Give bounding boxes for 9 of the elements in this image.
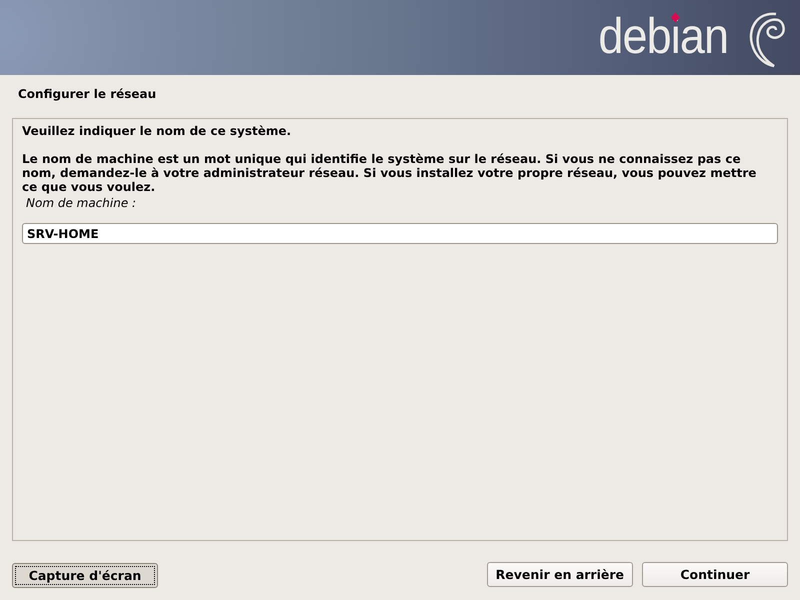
hostname-input-field[interactable]: SRV-HOME [22, 223, 778, 244]
field-label: Nom de machine : [26, 196, 138, 210]
question-text: Veuillez indiquer le nom de ce système. [22, 124, 292, 138]
description-text: Le nom de machine est un mot unique qui identifie le système sur le réseau. Si vous ne connaissez pas ce nom, demandez-le à votre administrateur réseau. Si vous installez votre propre réseau, vous pouvez mettre ce que vous voulez. [22, 152, 758, 194]
debian-logo: debian [598, 10, 728, 60]
back-button[interactable]: Revenir en arrière [486, 562, 633, 587]
continue-button[interactable]: Continuer [642, 562, 788, 587]
page-title: Configurer le réseau [17, 86, 158, 103]
screenshot-button[interactable]: Capture d'écran [12, 563, 158, 588]
